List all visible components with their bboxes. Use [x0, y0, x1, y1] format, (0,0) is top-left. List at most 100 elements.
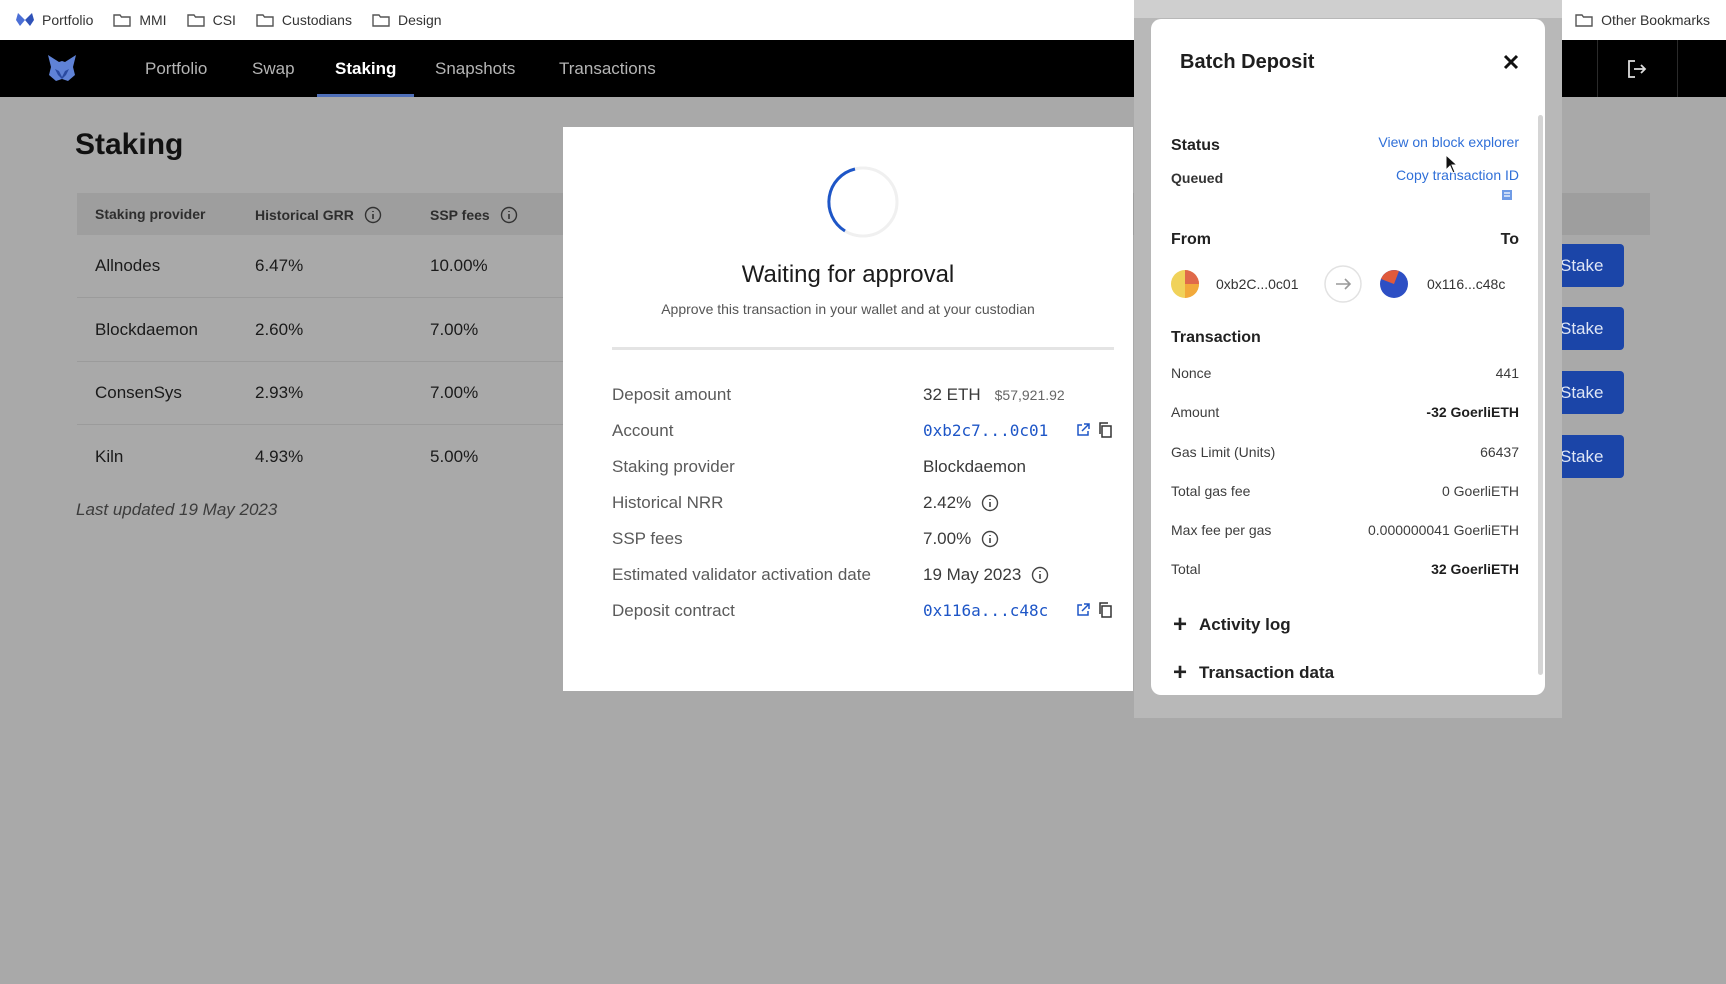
header-label: SSP fees [430, 207, 490, 223]
bookmark-portfolio[interactable]: Portfolio [16, 12, 93, 28]
from-address: 0xb2C...0c01 [1216, 276, 1299, 292]
tx-row-label: Nonce [1171, 365, 1212, 381]
copy-icon[interactable] [1097, 422, 1113, 438]
expander-label: Transaction data [1199, 663, 1335, 682]
detail-label: Staking provider [612, 457, 735, 476]
fees-value: 7.00% [923, 529, 972, 548]
activity-log-expander[interactable]: + Activity log [1173, 613, 1291, 637]
modal-title: Waiting for approval [741, 261, 955, 288]
detail-label: Historical NRR [612, 493, 724, 512]
folder-icon [1575, 14, 1593, 27]
to-label: To [1500, 231, 1519, 248]
tx-row-value: 0.000000041 GoerliETH [1368, 522, 1519, 538]
deposit-contract-link[interactable]: 0x116a...c48c [923, 601, 1048, 620]
tx-row-value: 0 GoerliETH [1441, 483, 1519, 499]
provider-grr: 2.60% [255, 320, 304, 339]
row-divider [77, 361, 577, 362]
waiting-approval-modal: Waiting for approval Approve this transa… [563, 127, 1133, 691]
mouse-cursor-icon [1445, 154, 1459, 174]
to-address: 0x116...c48c [1427, 276, 1506, 292]
transaction-data-expander[interactable]: + Transaction data [1173, 661, 1334, 685]
logout-icon [1628, 59, 1647, 78]
deposit-amount-usd: $57,921.92 [994, 387, 1065, 403]
tab-swap[interactable]: Swap [252, 40, 295, 97]
row-divider [77, 424, 577, 425]
bookmark-design[interactable]: Design [372, 12, 442, 28]
info-icon[interactable] [1031, 566, 1049, 584]
nav-divider [1677, 40, 1678, 97]
copy-icon[interactable] [1097, 602, 1113, 618]
provider-fees: 5.00% [430, 447, 479, 466]
ssp-fees-value: 7.00% [923, 529, 999, 549]
close-icon[interactable] [1500, 51, 1522, 73]
status-heading: Status [1171, 137, 1220, 154]
provider-name: Blockdaemon [95, 320, 199, 339]
tab-staking[interactable]: Staking [316, 40, 415, 97]
tab-label: Staking [335, 58, 397, 78]
tab-label: Transactions [559, 58, 656, 78]
provider-name: ConsenSys [95, 383, 182, 402]
info-icon[interactable] [981, 530, 999, 548]
tx-row-value: 66437 [1480, 444, 1519, 460]
batch-deposit-panel: Batch Deposit Status Queued View on bloc… [1151, 19, 1545, 695]
tab-transactions[interactable]: Transactions [559, 40, 656, 97]
folder-icon [372, 14, 390, 27]
from-avatar [1171, 270, 1199, 298]
bookmark-label: Portfolio [42, 12, 94, 28]
detail-label: SSP fees [612, 529, 683, 548]
bookmark-mmi[interactable]: MMI [113, 12, 167, 28]
info-icon[interactable] [500, 206, 518, 224]
external-link-icon[interactable] [1075, 602, 1091, 618]
provider-fees: 7.00% [430, 320, 479, 339]
tx-row-value: -32 GoerliETH [1426, 404, 1519, 420]
extension-popup-header-strip [1134, 0, 1562, 18]
staking-provider-value: Blockdaemon [923, 457, 1027, 476]
activation-date: 19 May 2023 [923, 565, 1022, 584]
provider-grr: 4.93% [255, 447, 304, 466]
row-divider [77, 297, 577, 298]
tab-portfolio[interactable]: Portfolio [145, 40, 207, 97]
last-updated-text: Last updated 19 May 2023 [76, 500, 278, 519]
plus-icon: + [1173, 611, 1188, 638]
info-icon[interactable] [364, 206, 382, 224]
tx-row-label: Max fee per gas [1171, 522, 1272, 538]
tx-row-label: Amount [1171, 404, 1220, 420]
other-bookmarks-label: Other Bookmarks [1601, 12, 1710, 28]
bookmark-label: CSI [212, 12, 236, 28]
external-link-icon[interactable] [1075, 422, 1091, 438]
status-value: Queued [1171, 170, 1224, 186]
detail-label: Deposit contract [612, 601, 735, 620]
from-label: From [1171, 231, 1211, 248]
activation-date-value: 19 May 2023 [923, 565, 1049, 585]
header-label: Historical GRR [255, 207, 354, 223]
deposit-amount-value: 32 ETH $57,921.92 [923, 385, 1065, 405]
transaction-heading: Transaction [1171, 329, 1261, 346]
folder-icon [113, 14, 132, 27]
tab-label: Swap [252, 58, 295, 78]
header-ssp-fees: SSP fees [430, 206, 518, 224]
header-staking-provider: Staking provider [95, 206, 205, 222]
provider-name: Kiln [95, 447, 124, 466]
header-label: Staking provider [95, 206, 206, 222]
fox-logo-icon[interactable] [46, 53, 78, 83]
info-icon[interactable] [981, 494, 999, 512]
historical-nrr-value: 2.42% [923, 493, 999, 513]
copy-icon[interactable] [1500, 188, 1514, 202]
deposit-amount: 32 ETH [923, 385, 981, 404]
bookmark-custodians[interactable]: Custodians [256, 12, 352, 28]
account-address-link[interactable]: 0xb2c7...0c01 [923, 421, 1048, 440]
expander-label: Activity log [1199, 615, 1291, 634]
tx-row-value: 441 [1495, 365, 1519, 381]
plus-icon: + [1173, 659, 1188, 686]
bookmark-other[interactable]: Other Bookmarks [1575, 0, 1710, 40]
folder-icon [256, 14, 274, 27]
provider-fees: 10.00% [430, 256, 488, 275]
contract-actions [1075, 602, 1119, 618]
bookmark-csi[interactable]: CSI [186, 12, 236, 28]
logout-button[interactable] [1597, 40, 1677, 97]
panel-scrollbar[interactable] [1538, 115, 1543, 675]
tab-snapshots[interactable]: Snapshots [435, 40, 515, 97]
view-block-explorer-link[interactable]: View on block explorer [1378, 134, 1519, 150]
bookmark-label: Design [397, 12, 442, 28]
page-title: Staking [75, 128, 184, 161]
